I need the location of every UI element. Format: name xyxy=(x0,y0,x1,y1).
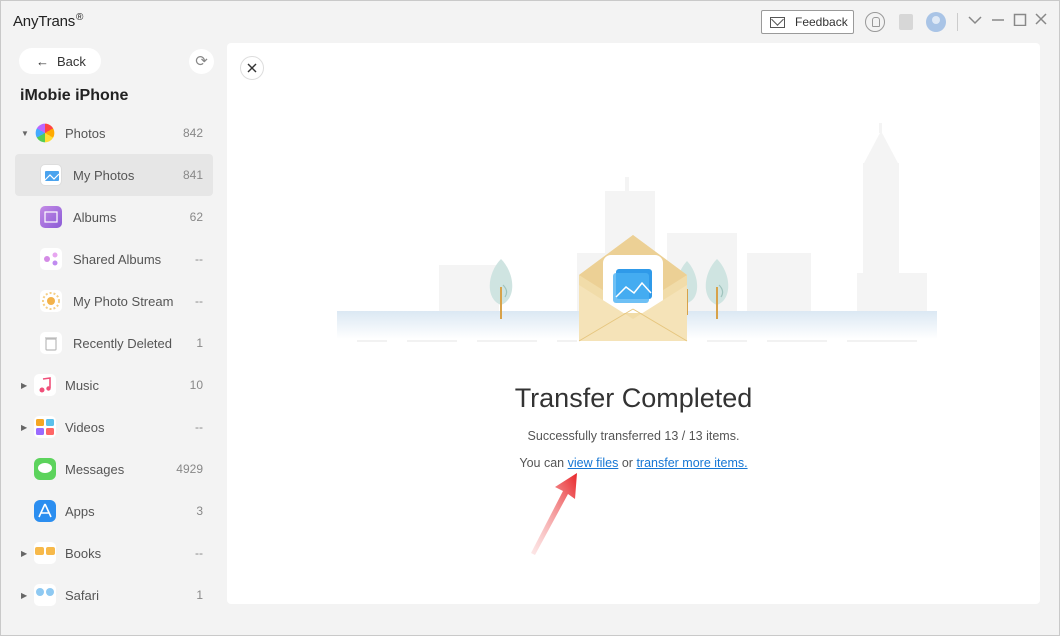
app-window: AnyTrans® Feedback ← Back ⟳ iMobie iPhon… xyxy=(0,0,1060,636)
device-name: iMobie iPhone xyxy=(20,87,129,104)
user-avatar-icon[interactable] xyxy=(926,12,946,32)
back-button[interactable]: ← Back xyxy=(19,48,101,74)
back-label: Back xyxy=(57,53,86,69)
apps-icon xyxy=(34,500,56,522)
sidebar: ← Back ⟳ iMobie iPhone ▼ Photos 842 My P… xyxy=(1,41,225,636)
sidebar-item-books[interactable]: ▶ Books -- xyxy=(15,532,213,574)
maximize-icon[interactable] xyxy=(1012,12,1028,30)
title-bar: AnyTrans® Feedback xyxy=(1,1,1060,41)
notification-bell-icon[interactable] xyxy=(865,12,885,32)
main-panel: Transfer Completed Successfully transfer… xyxy=(227,43,1040,604)
feedback-button[interactable]: Feedback xyxy=(761,10,854,34)
messages-icon xyxy=(34,458,56,480)
albums-icon xyxy=(40,206,62,228)
music-icon xyxy=(34,374,56,396)
close-panel-button[interactable] xyxy=(240,56,264,80)
skin-shirt-icon[interactable] xyxy=(896,12,916,32)
sidebar-item-my-photo-stream[interactable]: My Photo Stream -- xyxy=(15,280,213,322)
app-title: AnyTrans® xyxy=(13,12,84,30)
sidebar-item-photos[interactable]: ▼ Photos 842 xyxy=(15,112,213,154)
caret-right-icon[interactable]: ▶ xyxy=(21,423,27,432)
safari-icon xyxy=(34,584,56,606)
sidebar-item-safari[interactable]: ▶ Safari 1 xyxy=(15,574,213,616)
sidebar-item-recently-deleted[interactable]: Recently Deleted 1 xyxy=(15,322,213,364)
photos-icon xyxy=(35,123,55,143)
transfer-status-text: Successfully transferred 13 / 13 items. xyxy=(527,429,740,443)
sidebar-item-albums[interactable]: Albums 62 xyxy=(15,196,213,238)
view-files-link[interactable]: view files xyxy=(568,456,619,470)
arrow-left-icon: ← xyxy=(36,53,49,69)
page-title: Transfer Completed xyxy=(514,383,753,413)
caret-right-icon[interactable]: ▶ xyxy=(21,381,27,390)
transfer-complete-illustration xyxy=(337,123,937,342)
sidebar-item-shared-albums[interactable]: Shared Albums -- xyxy=(15,238,213,280)
sidebar-item-music[interactable]: ▶ Music 10 xyxy=(15,364,213,406)
sidebar-item-apps[interactable]: Apps 3 xyxy=(15,490,213,532)
books-icon xyxy=(34,542,56,564)
transfer-more-link[interactable]: transfer more items. xyxy=(636,456,747,470)
photo-stream-icon xyxy=(40,290,62,312)
sidebar-item-videos[interactable]: ▶ Videos -- xyxy=(15,406,213,448)
refresh-icon[interactable]: ⟳ xyxy=(189,49,214,74)
close-window-icon[interactable] xyxy=(1033,12,1049,30)
mail-icon xyxy=(770,16,785,28)
next-actions-line: You can view files or transfer more item… xyxy=(519,456,748,470)
caret-right-icon[interactable]: ▶ xyxy=(21,591,27,600)
annotation-arrow-icon xyxy=(531,473,577,555)
minimize-icon[interactable] xyxy=(990,12,1006,30)
shared-albums-icon xyxy=(40,248,62,270)
sidebar-item-messages[interactable]: Messages 4929 xyxy=(15,448,213,490)
trash-icon xyxy=(40,332,62,354)
my-photos-icon xyxy=(40,164,62,186)
videos-icon xyxy=(34,416,56,438)
chevron-down-icon[interactable] xyxy=(967,12,983,30)
caret-right-icon[interactable]: ▶ xyxy=(21,549,27,558)
sidebar-item-my-photos[interactable]: My Photos 841 xyxy=(15,154,213,196)
toolbar-divider xyxy=(957,13,958,31)
caret-down-icon[interactable]: ▼ xyxy=(21,129,29,138)
feedback-label: Feedback xyxy=(795,15,848,29)
